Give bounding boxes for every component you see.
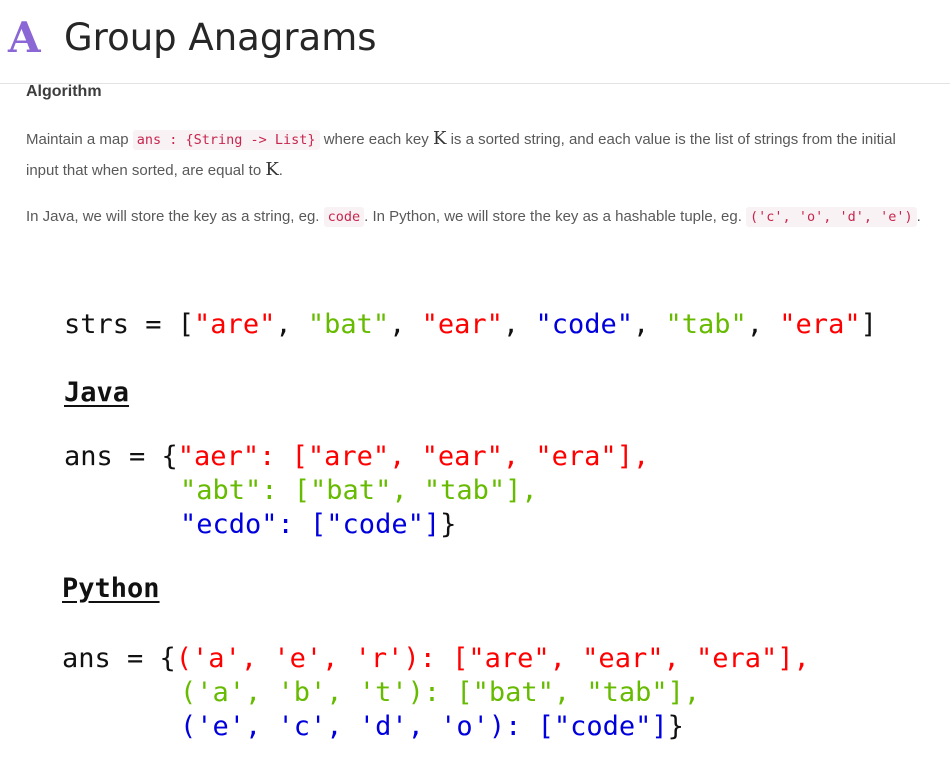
- code-text: ,: [632, 309, 666, 340]
- code-string: "code": [535, 309, 633, 340]
- code-text: ,: [275, 309, 308, 340]
- code-string: "are": [194, 309, 276, 340]
- code-text: ]: [860, 309, 877, 340]
- java-line-2: "abt": ["bat", "tab"],: [180, 475, 538, 506]
- code-entry: ('e', 'c', 'd', 'o'): ["code"]: [180, 711, 668, 742]
- python-line-1: ans = {('a', 'e', 'r'): ["are", "ear", "…: [62, 642, 810, 676]
- code-text: }: [667, 711, 684, 742]
- code-text: ,: [502, 309, 536, 340]
- python-label: Python: [62, 573, 160, 604]
- text: . In Python, we will store the key as a …: [364, 208, 747, 225]
- strs-line: strs = ["are", "bat", "ear", "code", "ta…: [64, 308, 877, 342]
- section-heading: Algorithm: [26, 83, 102, 100]
- math-symbol: K: [432, 128, 447, 149]
- code-string: "ear": [421, 309, 503, 340]
- code-string: "tab": [665, 309, 747, 340]
- code-text: strs = [: [64, 309, 195, 340]
- code-text: ans = {: [64, 441, 178, 472]
- java-line-3: "ecdo": ["code"]}: [180, 508, 456, 542]
- inline-code: code: [323, 207, 365, 227]
- code-string: "era": [779, 309, 861, 340]
- text: .: [278, 162, 283, 179]
- code-string: "bat": [307, 309, 390, 340]
- code-text: ans = {: [62, 643, 176, 674]
- text: .: [916, 208, 921, 225]
- inline-code: ('c', 'o', 'd', 'e'): [746, 207, 917, 227]
- text: In Java, we will store the key as a stri…: [26, 208, 324, 225]
- page-title: Group Anagrams: [64, 16, 377, 59]
- code-text: ,: [389, 309, 422, 340]
- page-header: A Group Anagrams: [0, 0, 950, 84]
- code-text: }: [440, 509, 457, 540]
- code-entry: ('a', 'e', 'r'): ["are", "ear", "era"],: [175, 643, 810, 674]
- logo: A: [8, 13, 41, 62]
- code-entry: "ecdo": ["code"]: [180, 509, 441, 540]
- paragraph-map-description: Maintain a map ans : {String -> List} wh…: [26, 124, 931, 186]
- code-entry: "aer": ["are", "ear", "era"],: [177, 441, 650, 472]
- java-line-1: ans = {"aer": ["are", "ear", "era"],: [64, 440, 649, 474]
- text: Maintain a map: [26, 131, 133, 148]
- text: where each key: [319, 131, 433, 148]
- math-symbol: K: [265, 159, 279, 180]
- inline-code: ans : {String -> List}: [132, 130, 320, 150]
- python-line-3: ('e', 'c', 'd', 'o'): ["code"]}: [180, 710, 684, 744]
- paragraph-key-storage: In Java, we will store the key as a stri…: [26, 202, 931, 232]
- python-line-2: ('a', 'b', 't'): ["bat", "tab"],: [180, 677, 701, 708]
- code-text: ,: [746, 309, 780, 340]
- java-label: Java: [64, 377, 130, 408]
